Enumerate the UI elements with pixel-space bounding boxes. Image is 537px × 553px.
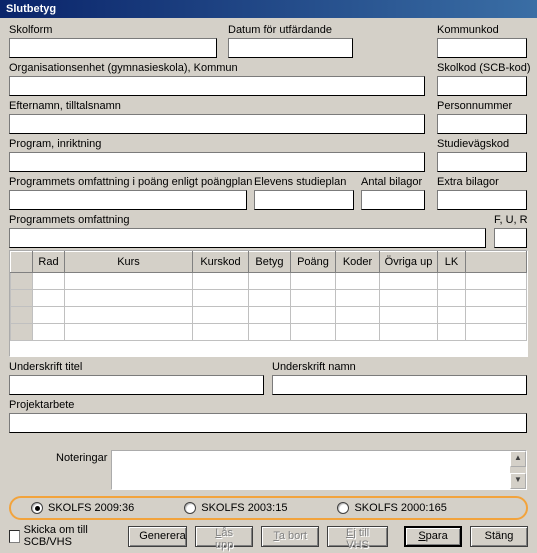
tabort-button[interactable]: Ta bort: [261, 526, 319, 547]
scroll-up-icon[interactable]: ▲: [510, 451, 526, 467]
radio-skolfs-2009[interactable]: SKOLFS 2009:36: [31, 502, 134, 514]
col-kurs[interactable]: Kurs: [65, 252, 193, 273]
col-koder[interactable]: Koder: [336, 252, 380, 273]
label-program: Program, inriktning: [9, 138, 101, 150]
radio-skolfs-2000[interactable]: SKOLFS 2000:165: [337, 502, 446, 514]
input-kommunkod[interactable]: [437, 38, 527, 58]
ejtillvhs-button[interactable]: Ej till VHS: [327, 526, 388, 547]
label-underskrift-titel: Underskrift titel: [9, 361, 82, 373]
col-poang[interactable]: Poäng: [291, 252, 336, 273]
radio-icon: [31, 502, 43, 514]
input-elev-studieplan[interactable]: [254, 190, 354, 210]
input-studievagskod[interactable]: [437, 152, 527, 172]
table-row[interactable]: [11, 273, 527, 290]
input-prog-omf[interactable]: [9, 228, 486, 248]
table-row[interactable]: [11, 324, 527, 341]
label-antal-bilagor: Antal bilagor: [361, 176, 422, 188]
radio-icon: [337, 502, 349, 514]
col-rad[interactable]: Rad: [33, 252, 65, 273]
table-row[interactable]: [11, 307, 527, 324]
radio-label: SKOLFS 2003:15: [201, 502, 287, 514]
col-ovriga[interactable]: Övriga up: [380, 252, 438, 273]
titlebar: Slutbetyg: [0, 0, 537, 18]
label-fur: F, U, R: [494, 214, 528, 226]
label-orgenhet: Organisationsenhet (gymnasieskola), Komm…: [9, 62, 238, 74]
label-extra-bilagor: Extra bilagor: [437, 176, 499, 188]
grid[interactable]: Rad Kurs Kurskod Betyg Poäng Koder Övrig…: [9, 250, 528, 357]
input-program[interactable]: [9, 152, 425, 172]
label-kommunkod: Kommunkod: [437, 24, 499, 36]
col-lk[interactable]: LK: [438, 252, 466, 273]
scrollbar[interactable]: ▲ ▼: [510, 451, 526, 489]
input-orgenhet[interactable]: [9, 76, 425, 96]
checkbox-icon: [9, 530, 20, 543]
input-fur[interactable]: [494, 228, 527, 248]
grid-header-row: Rad Kurs Kurskod Betyg Poäng Koder Övrig…: [11, 252, 527, 273]
radio-skolfs-2003[interactable]: SKOLFS 2003:15: [184, 502, 287, 514]
label-personnummer: Personnummer: [437, 100, 512, 112]
input-skolkod[interactable]: [437, 76, 527, 96]
input-underskrift-namn[interactable]: [272, 375, 527, 395]
radio-icon: [184, 502, 196, 514]
input-extra-bilagor[interactable]: [437, 190, 527, 210]
input-projektarbete[interactable]: [9, 413, 527, 433]
label-skolkod: Skolkod (SCB-kod): [437, 62, 531, 74]
generera-button[interactable]: Generera: [128, 526, 187, 547]
radio-label: SKOLFS 2009:36: [48, 502, 134, 514]
window-title: Slutbetyg: [6, 3, 56, 15]
window: Slutbetyg Skolform Datum för utfärdande …: [0, 0, 537, 553]
label-noteringar: Noteringar: [56, 452, 107, 464]
grid-corner: [11, 252, 33, 273]
input-underskrift-titel[interactable]: [9, 375, 264, 395]
input-efternamn[interactable]: [9, 114, 425, 134]
input-personnummer[interactable]: [437, 114, 527, 134]
spara-button[interactable]: Spara: [404, 526, 462, 547]
stang-button[interactable]: Stäng: [470, 526, 528, 547]
col-blank: [466, 252, 527, 273]
label-skolform: Skolform: [9, 24, 52, 36]
checkbox-skicka-om[interactable]: Skicka om till SCB/VHS: [9, 524, 114, 548]
checkbox-label: Skicka om till SCB/VHS: [24, 524, 115, 548]
form-area: Skolform Datum för utfärdande Kommunkod …: [0, 18, 537, 490]
label-prog-omf: Programmets omfattning: [9, 214, 129, 226]
label-elev-studieplan: Elevens studieplan: [254, 176, 346, 188]
grid-table: Rad Kurs Kurskod Betyg Poäng Koder Övrig…: [10, 251, 527, 341]
label-underskrift-namn: Underskrift namn: [272, 361, 356, 373]
radio-group-skolfs: SKOLFS 2009:36 SKOLFS 2003:15 SKOLFS 200…: [9, 496, 528, 520]
label-efternamn: Efternamn, tilltalsnamn: [9, 100, 121, 112]
label-projektarbete: Projektarbete: [9, 399, 74, 411]
button-row: Skicka om till SCB/VHS Generera Lås upp …: [9, 525, 528, 547]
table-row[interactable]: [11, 290, 527, 307]
col-kurskod[interactable]: Kurskod: [193, 252, 249, 273]
input-skolform[interactable]: [9, 38, 217, 58]
input-antal-bilagor[interactable]: [361, 190, 425, 210]
label-studievagskod: Studievägskod: [437, 138, 509, 150]
lasupp-button[interactable]: Lås upp: [195, 526, 253, 547]
input-datum[interactable]: [228, 38, 353, 58]
scroll-down-icon[interactable]: ▼: [510, 473, 526, 489]
radio-label: SKOLFS 2000:165: [354, 502, 446, 514]
label-datum: Datum för utfärdande: [228, 24, 332, 36]
col-betyg[interactable]: Betyg: [249, 252, 291, 273]
input-prog-omf-poang[interactable]: [9, 190, 247, 210]
input-noteringar[interactable]: ▲ ▼: [111, 450, 527, 490]
label-prog-omf-poang: Programmets omfattning i poäng enligt po…: [9, 176, 252, 188]
